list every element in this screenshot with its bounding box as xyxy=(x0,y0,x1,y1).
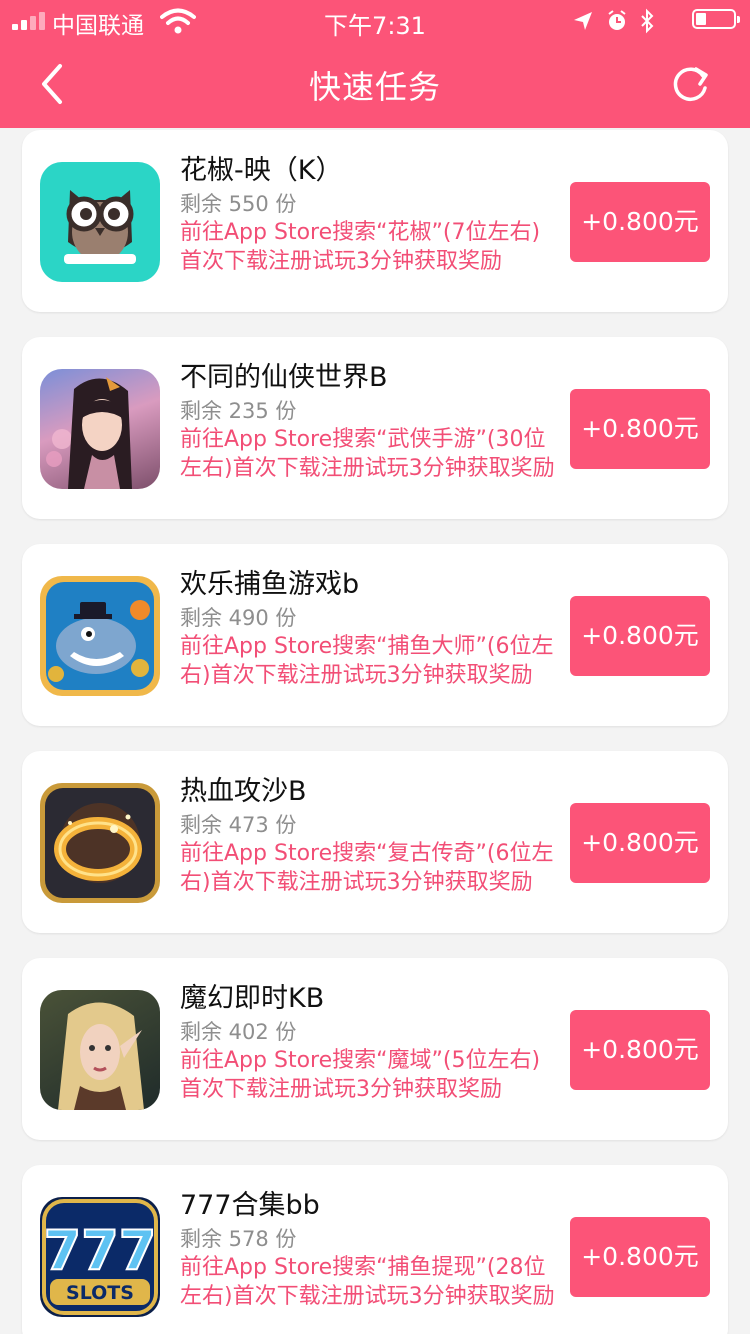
svg-text:777: 777 xyxy=(44,1219,157,1282)
task-description: 前往App Store搜索“武侠手游”(30位左右)首次下载注册试玩3分钟获取奖… xyxy=(180,427,555,481)
location-icon xyxy=(574,12,592,30)
status-icons xyxy=(574,8,654,34)
task-description: 前往App Store搜索“魔域”(5位左右)首次下载注册试玩3分钟获取奖励 xyxy=(180,1048,541,1102)
task-card[interactable]: 不同的仙侠世界B 剩余 235 份 前往App Store搜索“武侠手游”(30… xyxy=(22,337,728,519)
reward-button[interactable]: +0.800元 xyxy=(570,389,710,469)
task-remaining: 剩余 578 份 xyxy=(180,1227,297,1251)
task-remaining: 剩余 473 份 xyxy=(180,813,297,837)
task-card[interactable]: 热血攻沙B 剩余 473 份 前往App Store搜索“复古传奇”(6位左右)… xyxy=(22,751,728,933)
xianxia-app-icon xyxy=(40,369,160,489)
task-description: 前往App Store搜索“捕鱼提现”(28位左右)首次下载注册试玩3分钟获取奖… xyxy=(180,1255,555,1309)
refresh-icon xyxy=(673,67,708,101)
owl-app-icon xyxy=(40,162,160,282)
task-card[interactable]: 欢乐捕鱼游戏b 剩余 490 份 前往App Store搜索“捕鱼大师”(6位左… xyxy=(22,544,728,726)
task-name: 魔幻即时KB xyxy=(180,983,325,1014)
task-remaining: 剩余 550 份 xyxy=(180,192,297,216)
task-name: 欢乐捕鱼游戏b xyxy=(180,569,360,600)
nav-bar: 快速任务 xyxy=(0,40,750,128)
reward-button[interactable]: +0.800元 xyxy=(570,182,710,262)
reward-button[interactable]: +0.800元 xyxy=(570,1010,710,1090)
task-remaining: 剩余 402 份 xyxy=(180,1020,297,1044)
task-name: 花椒-映（K） xyxy=(180,155,343,186)
top-bar: 中国联通 下午7:31 快速任务 xyxy=(0,0,750,128)
task-card[interactable]: 777 SLOTS 777合集bb 剩余 578 份 前往App Store搜索… xyxy=(22,1165,728,1334)
task-description: 前往App Store搜索“捕鱼大师”(6位左右)首次下载注册试玩3分钟获取奖励 xyxy=(180,634,554,688)
task-name: 不同的仙侠世界B xyxy=(180,362,388,393)
elf-app-icon xyxy=(40,990,160,1110)
task-description: 前往App Store搜索“复古传奇”(6位左右)首次下载注册试玩3分钟获取奖励 xyxy=(180,841,554,895)
reward-button[interactable]: +0.800元 xyxy=(570,596,710,676)
task-card[interactable]: 魔幻即时KB 剩余 402 份 前往App Store搜索“魔域”(5位左右)首… xyxy=(22,958,728,1140)
bluetooth-icon xyxy=(641,8,654,34)
task-description: 前往App Store搜索“花椒”(7位左右)首次下载注册试玩3分钟获取奖励 xyxy=(180,220,541,274)
shark-app-icon xyxy=(40,576,160,696)
task-list: 花椒-映（K） 剩余 550 份 前往App Store搜索“花椒”(7位左右)… xyxy=(0,128,750,1334)
task-name: 777合集bb xyxy=(180,1190,320,1221)
slots-app-icon: 777 SLOTS xyxy=(40,1197,160,1317)
ring-app-icon xyxy=(40,783,160,903)
page-title: 快速任务 xyxy=(308,68,441,106)
task-remaining: 剩余 490 份 xyxy=(180,606,297,630)
reward-button[interactable]: +0.800元 xyxy=(570,1217,710,1297)
task-remaining: 剩余 235 份 xyxy=(180,399,297,423)
refresh-button[interactable] xyxy=(666,60,714,108)
reward-button[interactable]: +0.800元 xyxy=(570,803,710,883)
slots-logo-text: SLOTS xyxy=(66,1282,134,1304)
task-name: 热血攻沙B xyxy=(180,776,307,807)
task-card[interactable]: 花椒-映（K） 剩余 550 份 前往App Store搜索“花椒”(7位左右)… xyxy=(22,130,728,312)
alarm-icon xyxy=(608,10,626,30)
status-bar: 中国联通 下午7:31 xyxy=(0,0,750,40)
battery-icon xyxy=(692,9,740,29)
